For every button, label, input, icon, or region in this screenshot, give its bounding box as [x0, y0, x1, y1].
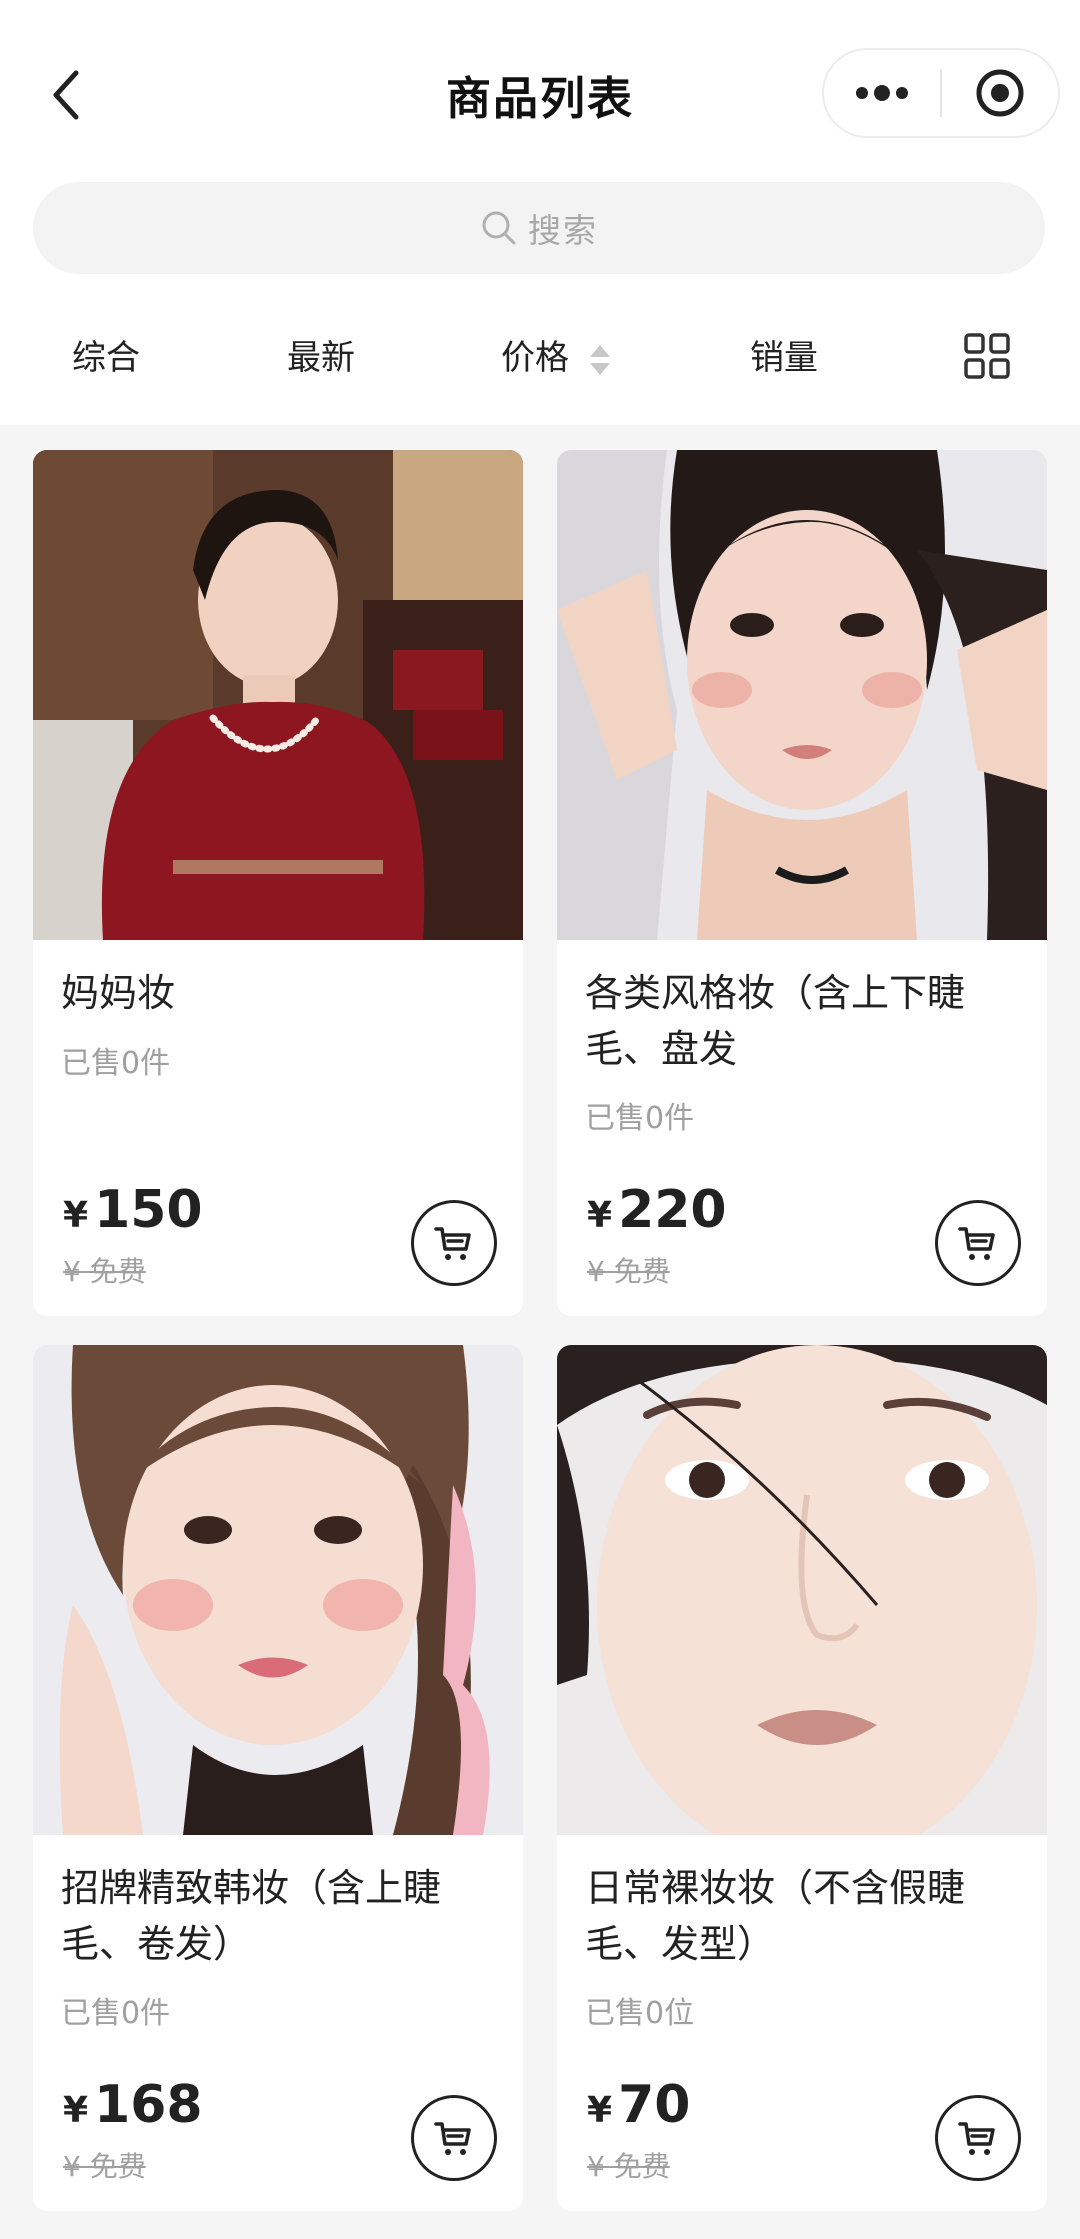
product-sold-count: 已售0位 — [585, 1996, 695, 2031]
sort-arrows-icon — [589, 344, 610, 375]
currency-symbol: ¥ — [63, 2090, 89, 2131]
sort-bar: 综合 最新 价格 销量 — [0, 318, 1080, 390]
sort-sales[interactable]: 销量 — [750, 330, 818, 379]
price-value: 70 — [618, 2075, 691, 2135]
currency-symbol: ¥ — [587, 1195, 613, 1236]
product-card[interactable]: 招牌精致韩妆（含上睫毛、卷发） 已售0件 ¥168 ¥ 免费 — [33, 1345, 523, 2211]
search-placeholder: 搜索 — [528, 211, 598, 250]
product-title: 招牌精致韩妆（含上睫毛、卷发） — [61, 1866, 442, 1966]
original-price: ¥ 免费 — [63, 1255, 146, 1288]
product-price: ¥70 — [587, 2075, 690, 2135]
product-title: 各类风格妆（含上下睫毛、盘发 — [585, 971, 966, 1071]
product-card[interactable]: 日常裸妆妆（不含假睫毛、发型） 已售0位 ¥70 ¥ 免费 — [557, 1345, 1047, 2211]
price-value: 220 — [618, 1180, 727, 1240]
add-to-cart-button[interactable] — [411, 1200, 497, 1286]
grid-layout-icon — [964, 333, 1010, 379]
grid-layout-button[interactable] — [963, 332, 1011, 380]
product-sold-count: 已售0件 — [61, 1046, 171, 1081]
cart-icon — [434, 2122, 471, 2155]
more-button[interactable] — [824, 50, 940, 136]
more-icon — [856, 85, 908, 101]
currency-symbol: ¥ — [587, 2090, 613, 2131]
page-header: 商品列表 搜索 综合 最新 价格 销量 — [0, 0, 1080, 425]
currency-symbol: ¥ — [63, 1195, 89, 1236]
product-sold-count: 已售0件 — [61, 1996, 171, 2031]
sort-comprehensive[interactable]: 综合 — [72, 330, 140, 379]
cart-icon — [958, 1227, 995, 1260]
product-price: ¥150 — [63, 1180, 203, 1240]
product-card[interactable]: 妈妈妆 已售0件 ¥150 ¥ 免费 — [33, 450, 523, 1316]
product-price: ¥168 — [63, 2075, 203, 2135]
add-to-cart-button[interactable] — [935, 1200, 1021, 1286]
product-image[interactable] — [557, 450, 1047, 940]
product-image[interactable] — [33, 1345, 523, 1835]
product-image[interactable] — [33, 450, 523, 940]
product-title: 日常裸妆妆（不含假睫毛、发型） — [585, 1866, 966, 1966]
original-price: ¥ 免费 — [63, 2150, 146, 2183]
original-price: ¥ 免费 — [587, 1255, 670, 1288]
product-image[interactable] — [557, 1345, 1047, 1835]
price-value: 168 — [94, 2075, 203, 2135]
sort-price[interactable]: 价格 — [501, 330, 612, 379]
product-title: 妈妈妆 — [61, 971, 176, 1015]
price-value: 150 — [94, 1180, 203, 1240]
search-icon — [482, 211, 516, 245]
cart-icon — [958, 2122, 995, 2155]
sort-price-label: 价格 — [501, 338, 569, 378]
target-icon — [976, 69, 1024, 117]
product-sold-count: 已售0件 — [585, 1101, 695, 1136]
sort-newest[interactable]: 最新 — [287, 330, 355, 379]
add-to-cart-button[interactable] — [411, 2095, 497, 2181]
product-price: ¥220 — [587, 1180, 727, 1240]
product-card[interactable]: 各类风格妆（含上下睫毛、盘发 已售0件 ¥220 ¥ 免费 — [557, 450, 1047, 1316]
close-miniprogram-button[interactable] — [942, 50, 1058, 136]
cart-icon — [434, 1227, 471, 1260]
mini-program-capsule — [822, 48, 1060, 138]
add-to-cart-button[interactable] — [935, 2095, 1021, 2181]
original-price: ¥ 免费 — [587, 2150, 670, 2183]
search-bar[interactable]: 搜索 — [33, 182, 1045, 274]
